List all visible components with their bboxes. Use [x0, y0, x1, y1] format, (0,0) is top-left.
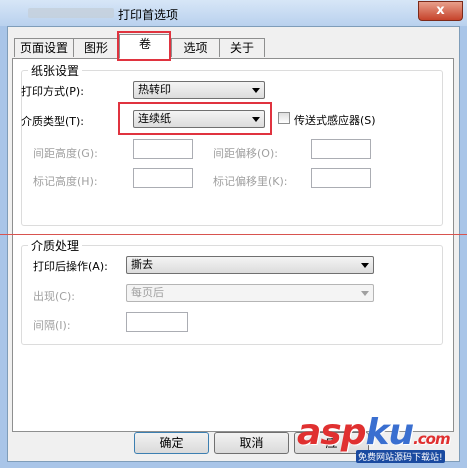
- mark-height-input[interactable]: [133, 168, 193, 188]
- gap-height-label: 间距高度(G):: [33, 147, 98, 160]
- chevron-down-icon: [361, 291, 369, 296]
- print-method-label: 打印方式(P):: [21, 85, 84, 98]
- blurred-app-name: [28, 8, 114, 18]
- cancel-button[interactable]: 取消: [214, 432, 289, 454]
- watermark-suffix: .com: [413, 430, 451, 448]
- interval-label: 间隔(I):: [33, 319, 71, 332]
- occurrence-select[interactable]: 每页后: [126, 284, 374, 302]
- after-print-select[interactable]: 撕去: [126, 256, 374, 274]
- divider-line: [0, 234, 467, 235]
- mark-height-label: 标记高度(H):: [33, 175, 98, 188]
- window-title: 打印首选项: [118, 8, 179, 22]
- sensor-checkbox[interactable]: [278, 112, 290, 124]
- mark-offset-input[interactable]: [311, 168, 371, 188]
- media-type-highlight: [118, 102, 272, 135]
- watermark-main: asp: [297, 412, 366, 453]
- ok-button[interactable]: 确定: [134, 432, 209, 454]
- tab-options[interactable]: 选项: [171, 38, 220, 57]
- print-method-value: 热转印: [138, 83, 171, 96]
- sensor-label: 传送式感应器(S): [294, 114, 376, 127]
- close-button[interactable]: x: [418, 1, 463, 21]
- print-method-select[interactable]: 热转印: [133, 81, 265, 99]
- tab-highlight: [117, 31, 171, 61]
- title-bar: 打印首选项 x: [0, 0, 467, 26]
- paper-settings-legend: 纸张设置: [31, 64, 80, 78]
- mark-offset-label: 标记偏移里(K):: [213, 175, 288, 188]
- watermark-accent: ku: [365, 412, 415, 453]
- watermark-logo: aspku.com: [297, 412, 451, 453]
- occurrence-value: 每页后: [131, 286, 164, 299]
- media-type-label: 介质类型(T):: [21, 115, 85, 128]
- gap-offset-input[interactable]: [311, 139, 371, 159]
- tab-page-setup[interactable]: 页面设置: [14, 38, 74, 57]
- tab-about[interactable]: 关于: [219, 38, 265, 57]
- chevron-down-icon: [252, 88, 260, 93]
- watermark-subtitle: 免费网站源码下载站!: [356, 450, 445, 463]
- gap-height-input[interactable]: [133, 139, 193, 159]
- media-handling-legend: 介质处理: [31, 239, 80, 253]
- after-print-value: 撕去: [131, 258, 153, 271]
- tab-graphics[interactable]: 图形: [73, 38, 119, 57]
- chevron-down-icon: [361, 263, 369, 268]
- interval-input[interactable]: [126, 312, 188, 332]
- occurrence-label: 出现(C):: [33, 290, 75, 303]
- window: { "window": {"title": "打印首选项", "close_la…: [0, 0, 467, 468]
- gap-offset-label: 间距偏移(O):: [213, 147, 278, 160]
- after-print-label: 打印后操作(A):: [33, 260, 108, 273]
